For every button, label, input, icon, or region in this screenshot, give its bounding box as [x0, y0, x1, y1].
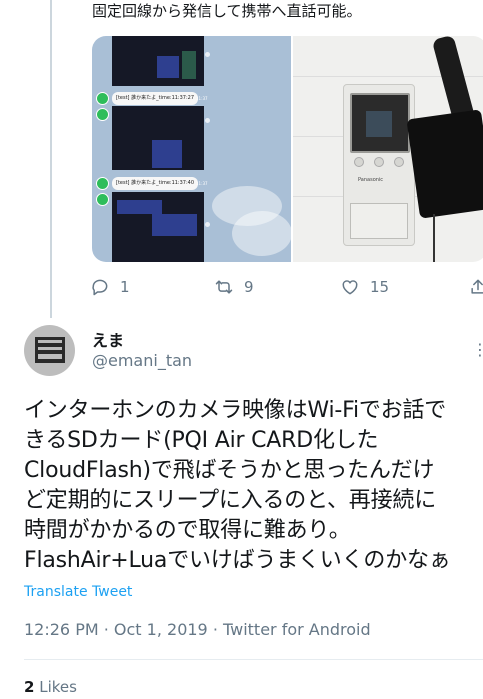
- like-button[interactable]: 15: [340, 272, 389, 302]
- tweet-thread: 固定回線から発信して携帯へ直話可能。 [test] 誰か来たよ_time:11:…: [0, 0, 483, 699]
- tweet-timestamp-source[interactable]: 12:26 PM · Oct 1, 2019 · Twitter for And…: [24, 620, 371, 639]
- retweet-icon: [215, 280, 233, 294]
- share-icon: [205, 222, 210, 227]
- translate-tweet-link[interactable]: Translate Tweet: [24, 584, 132, 600]
- bell-icon: [96, 92, 109, 105]
- tweet-media[interactable]: [test] 誰か来たよ_time:11:37:27 11:37 [test] …: [92, 36, 483, 262]
- share-button[interactable]: [468, 272, 483, 302]
- like-count: 15: [370, 278, 390, 296]
- bell-icon: [96, 193, 109, 206]
- avatar[interactable]: [24, 325, 75, 376]
- cloud-shape: [232, 211, 292, 256]
- reply-icon: [92, 279, 108, 296]
- chat-camera-thumbnail: [112, 106, 204, 170]
- chat-message-time: 11:37: [196, 96, 208, 101]
- tweet-text-line: FlashAir+Luaでいけばうまくいくのかなぁ: [24, 548, 451, 573]
- previous-tweet-text: 固定回線から発信して携帯へ直話可能。: [92, 2, 362, 20]
- tweet-action-bar: 1 9 15: [0, 272, 483, 302]
- author-username[interactable]: @emani_tan: [92, 351, 192, 370]
- likes-summary[interactable]: 2 Likes: [24, 678, 77, 696]
- phone-device: [406, 109, 483, 219]
- more-dots-icon[interactable]: ⋮: [472, 340, 483, 359]
- tweet-text-line: ど定期的にスリープに入るのと、再接続に: [24, 488, 437, 513]
- share-icon: [205, 118, 210, 123]
- heart-icon: [342, 280, 358, 295]
- share-icon: [471, 279, 483, 294]
- reply-button[interactable]: 1: [90, 272, 130, 302]
- bell-icon: [96, 108, 109, 121]
- retweet-button[interactable]: 9: [214, 272, 254, 302]
- thread-connector-line: [50, 0, 52, 318]
- tweet-text: インターホンのカメラ映像はWi-Fiでお話で きるSDカード(PQI Air C…: [24, 396, 483, 576]
- author-display-name[interactable]: えま: [92, 327, 124, 351]
- tweet-text-line: きるSDカード(PQI Air CARD化した: [24, 428, 379, 453]
- share-icon: [205, 52, 210, 57]
- chat-camera-thumbnail: [112, 192, 204, 262]
- chat-message-time: 11:37: [196, 181, 208, 186]
- chat-message-bubble: [test] 誰か来たよ_time:11:37:27: [112, 92, 199, 105]
- media-image-chat-screenshot[interactable]: [test] 誰か来たよ_time:11:37:27 11:37 [test] …: [92, 36, 292, 262]
- tweet-text-line: CloudFlash)で飛ばそうかと思ったんだけ: [24, 458, 435, 483]
- divider: [24, 659, 483, 660]
- retweet-count: 9: [244, 278, 254, 296]
- reply-count: 1: [120, 278, 130, 296]
- chat-camera-thumbnail: [112, 36, 204, 86]
- bell-icon: [96, 177, 109, 190]
- likes-label: Likes: [39, 678, 77, 696]
- intercom-unit: Panasonic: [343, 84, 415, 246]
- chat-message-bubble: [test] 誰か来たよ_time:11:37:40: [112, 177, 199, 190]
- media-image-intercom-photo[interactable]: Panasonic: [293, 36, 483, 262]
- likes-count: 2: [24, 678, 35, 696]
- tweet-text-line: 時間がかかるので取得に難あり。: [24, 518, 351, 543]
- tweet-text-line: インターホンのカメラ映像はWi-Fiでお話で: [24, 398, 447, 423]
